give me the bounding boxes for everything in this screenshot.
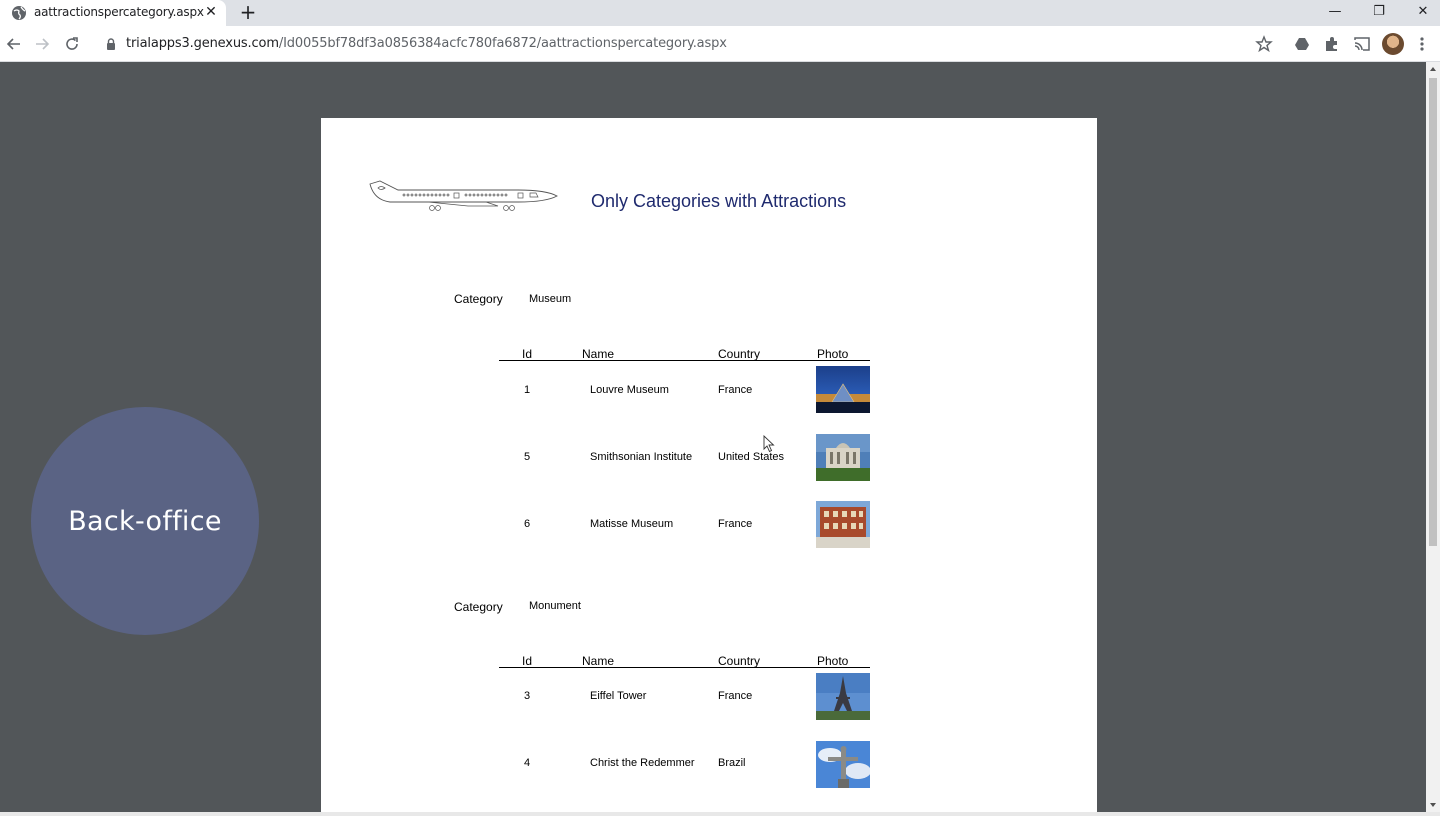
column-header-country: Country xyxy=(718,654,761,668)
window-bottom-edge xyxy=(0,812,1440,816)
window-close-icon[interactable]: ✕ xyxy=(1400,0,1440,22)
column-header-name: Name xyxy=(582,654,615,668)
bubble-label: Back-office xyxy=(68,505,222,537)
lock-icon xyxy=(107,38,115,50)
row-name: Smithsonian Institute xyxy=(590,451,693,463)
row-id: 3 xyxy=(524,690,531,702)
mouse-cursor-icon xyxy=(763,435,775,453)
minimize-icon[interactable]: — xyxy=(1312,0,1358,22)
reload-icon[interactable] xyxy=(62,34,82,54)
cast-icon[interactable] xyxy=(1352,34,1372,54)
row-country: France xyxy=(718,690,753,702)
row-country: France xyxy=(718,518,753,530)
category-value: Museum xyxy=(529,293,572,305)
row-country: Brazil xyxy=(718,757,746,769)
restore-icon[interactable]: ❐ xyxy=(1356,0,1402,22)
column-header-id: Id xyxy=(522,654,533,668)
column-header-photo: Photo xyxy=(817,347,849,361)
close-tab-icon[interactable]: ✕ xyxy=(203,4,219,20)
tab-strip: aattractionspercategory.aspx ✕ + — ❐ ✕ xyxy=(0,0,1440,26)
row-id: 1 xyxy=(524,384,531,396)
header-rule xyxy=(499,360,870,361)
vertical-scrollbar[interactable] xyxy=(1426,62,1440,812)
tab-title: aattractionspercategory.aspx xyxy=(34,5,204,19)
row-name: Matisse Museum xyxy=(590,518,674,530)
category-label: Category xyxy=(454,600,503,614)
drive-extension-icon[interactable] xyxy=(1292,34,1312,54)
airplane-logo xyxy=(369,180,558,211)
category-label: Category xyxy=(454,292,503,306)
url-path: /Id0055bf78df3a0856384acfc780fa6872/aatt… xyxy=(278,36,727,51)
forward-arrow-icon[interactable] xyxy=(32,34,52,54)
christ-photo xyxy=(816,741,870,788)
row-id: 5 xyxy=(524,451,531,463)
column-header-photo: Photo xyxy=(817,654,849,668)
matisse-photo xyxy=(816,501,870,548)
scroll-up-arrow-icon[interactable] xyxy=(1426,62,1440,76)
eiffel-photo xyxy=(816,673,870,720)
row-id: 4 xyxy=(524,757,531,769)
header-rule xyxy=(499,667,870,668)
url-text[interactable]: trialapps3.genexus.com/Id0055bf78df3a085… xyxy=(126,36,727,51)
browser-toolbar: trialapps3.genexus.com/Id0055bf78df3a085… xyxy=(0,26,1440,62)
url-host: trialapps3.genexus.com xyxy=(126,36,279,51)
category-value: Monument xyxy=(529,600,581,612)
row-id: 6 xyxy=(524,518,531,530)
profile-avatar[interactable] xyxy=(1382,33,1404,55)
scroll-down-arrow-icon[interactable] xyxy=(1426,798,1440,812)
active-tab[interactable]: aattractionspercategory.aspx ✕ xyxy=(0,0,226,26)
report-title: Only Categories with Attractions xyxy=(591,191,847,211)
smithsonian-photo xyxy=(816,434,870,481)
row-name: Christ the Redemmer xyxy=(590,757,695,769)
row-country: France xyxy=(718,384,753,396)
row-name: Louvre Museum xyxy=(590,384,669,396)
scrollbar-thumb[interactable] xyxy=(1429,78,1437,546)
column-header-country: Country xyxy=(718,347,761,361)
back-office-bubble: Back-office xyxy=(31,407,259,635)
address-bar[interactable]: trialapps3.genexus.com/Id0055bf78df3a085… xyxy=(96,30,1286,58)
kebab-menu-icon[interactable] xyxy=(1412,34,1432,54)
column-header-id: Id xyxy=(522,347,533,361)
new-tab-icon[interactable]: + xyxy=(238,2,258,22)
puzzle-extensions-icon[interactable] xyxy=(1322,34,1342,54)
globe-icon xyxy=(12,6,26,20)
back-arrow-icon[interactable] xyxy=(4,34,24,54)
row-name: Eiffel Tower xyxy=(590,690,647,702)
louvre-photo xyxy=(816,366,870,413)
column-header-name: Name xyxy=(582,347,615,361)
report-page: Only Categories with Attractions Categor… xyxy=(321,118,1097,816)
bookmark-star-icon[interactable] xyxy=(1254,34,1274,54)
